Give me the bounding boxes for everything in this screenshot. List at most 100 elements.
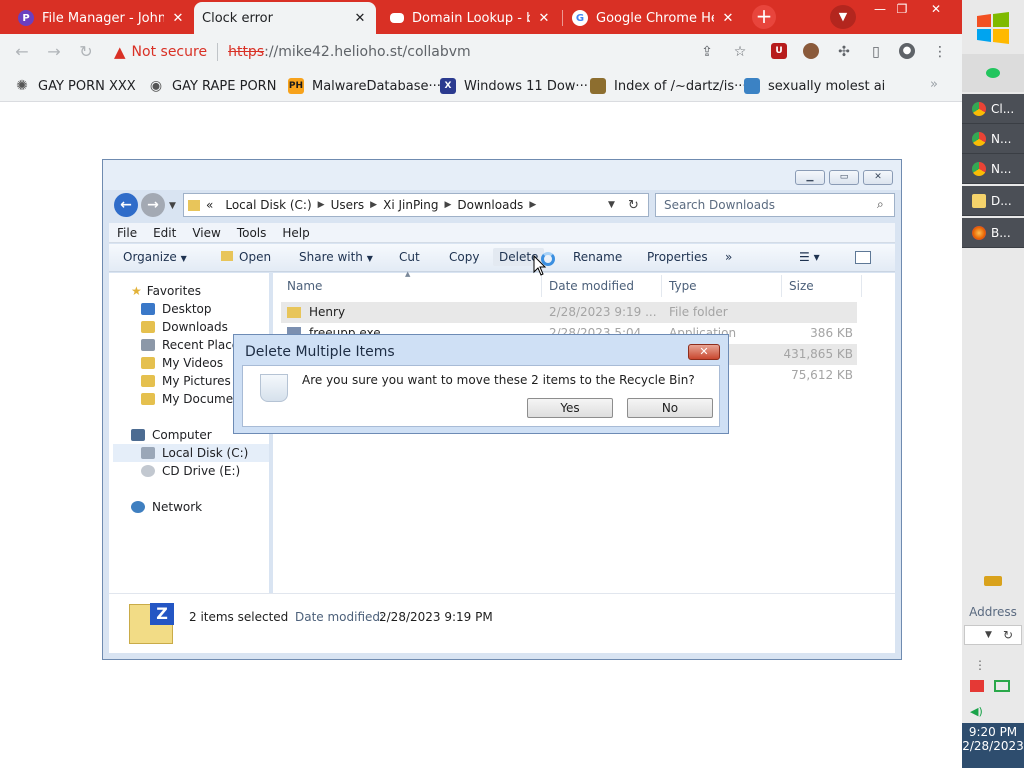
- nav-computer[interactable]: Computer: [131, 428, 212, 442]
- menu-view[interactable]: View: [192, 226, 220, 240]
- windows-start-icon[interactable]: [975, 10, 1011, 46]
- refresh-icon[interactable]: ↻: [628, 198, 639, 213]
- taskbar-item-firefox[interactable]: B...: [962, 218, 1024, 248]
- nav-network[interactable]: Network: [131, 500, 202, 514]
- action-center-flag-icon[interactable]: [970, 680, 984, 692]
- search-icon[interactable]: ⌕: [877, 197, 884, 212]
- new-tab-button[interactable]: +: [752, 5, 776, 29]
- preview-pane-icon[interactable]: [855, 251, 871, 264]
- explorer-address-bar[interactable]: « Local Disk (C:) ▶ Users ▶ Xi JinPing ▶…: [183, 193, 649, 217]
- taskbar-clock[interactable]: 9:20 PM 2/28/2023: [962, 723, 1024, 768]
- more-commands-button[interactable]: »: [725, 250, 732, 264]
- not-secure-label[interactable]: Not secure: [132, 44, 208, 60]
- nav-favorites[interactable]: ★ Favorites: [131, 284, 201, 298]
- breadcrumb-local-disk[interactable]: Local Disk (C:): [225, 198, 311, 212]
- copy-button[interactable]: Copy: [449, 250, 479, 264]
- breadcrumb-arrow-icon[interactable]: ▶: [444, 200, 451, 210]
- address-refresh-icon[interactable]: ↻: [1003, 626, 1013, 644]
- reload-icon[interactable]: ↻: [76, 42, 96, 62]
- explorer-forward-icon[interactable]: →: [141, 193, 165, 217]
- organize-button[interactable]: Organize ▼: [123, 250, 187, 264]
- nav-desktop[interactable]: Desktop: [141, 302, 212, 316]
- explorer-minimize-icon[interactable]: ▁: [795, 170, 825, 185]
- taskbar-item-chrome[interactable]: N...: [962, 154, 1024, 184]
- history-chevron-icon[interactable]: ▼: [169, 201, 176, 211]
- nav-recent-places[interactable]: Recent Place: [141, 338, 239, 352]
- menu-file[interactable]: File: [117, 226, 137, 240]
- breadcrumb-arrow-icon[interactable]: ▶: [318, 200, 325, 210]
- address-dropdown-icon[interactable]: ▼: [608, 200, 615, 210]
- nav-my-pictures[interactable]: My Pictures: [141, 374, 231, 388]
- open-button[interactable]: Open: [221, 250, 271, 264]
- dialog-close-icon[interactable]: ✕: [688, 344, 720, 360]
- properties-button[interactable]: Properties: [647, 250, 708, 264]
- close-tab-icon[interactable]: ✕: [536, 11, 552, 26]
- bookmark-item[interactable]: X Windows 11 Dow···: [440, 77, 588, 95]
- column-size[interactable]: Size: [789, 279, 814, 293]
- address-bar[interactable]: ▲ Not secure https ://mike42.helioho.st/…: [104, 37, 762, 67]
- close-tab-icon[interactable]: ✕: [170, 11, 186, 26]
- tab-clock-error[interactable]: Clock error ✕: [194, 2, 376, 34]
- breadcrumb-users[interactable]: Users: [331, 198, 365, 212]
- warning-triangle-icon[interactable]: ▲: [114, 43, 126, 61]
- view-options-icon[interactable]: ☰ ▾: [799, 250, 820, 264]
- nav-downloads[interactable]: Downloads: [141, 320, 228, 334]
- bookmark-item[interactable]: Index of /~dartz/is···: [590, 77, 747, 95]
- breadcrumb-downloads[interactable]: Downloads: [457, 198, 523, 212]
- nav-my-documents[interactable]: My Documen: [141, 392, 241, 406]
- bookmarks-overflow-icon[interactable]: »: [930, 77, 938, 92]
- bookmark-star-icon[interactable]: ☆: [731, 43, 749, 61]
- menu-kebab-icon[interactable]: ⋮: [931, 43, 949, 61]
- account-avatar-icon[interactable]: ●: [899, 43, 915, 59]
- side-panel-icon[interactable]: ▯: [867, 43, 885, 61]
- explorer-maximize-icon[interactable]: ▭: [829, 170, 859, 185]
- taskbar-item-chrome[interactable]: N...: [962, 124, 1024, 154]
- taskbar-item-document[interactable]: D...: [962, 186, 1024, 216]
- close-window-icon[interactable]: ✕: [922, 0, 950, 18]
- nav-cd-drive[interactable]: CD Drive (E:): [141, 464, 240, 478]
- no-button[interactable]: No: [627, 398, 713, 418]
- nav-my-videos[interactable]: My Videos: [141, 356, 223, 370]
- breadcrumb-user[interactable]: Xi JinPing: [383, 198, 438, 212]
- share-icon[interactable]: ⇪: [698, 43, 716, 61]
- restore-icon[interactable]: ❐: [888, 0, 916, 18]
- tab-search-chevron-icon[interactable]: ▼: [830, 5, 856, 29]
- menu-edit[interactable]: Edit: [153, 226, 176, 240]
- explorer-back-icon[interactable]: ←: [114, 193, 138, 217]
- column-date-modified[interactable]: Date modified: [549, 279, 634, 293]
- address-dropdown-icon[interactable]: ▼: [985, 626, 992, 644]
- extensions-puzzle-icon[interactable]: ✣: [835, 43, 853, 61]
- column-type[interactable]: Type: [669, 279, 697, 293]
- cut-button[interactable]: Cut: [399, 250, 420, 264]
- profile-extension-icon[interactable]: [803, 43, 819, 59]
- yes-button[interactable]: Yes: [527, 398, 613, 418]
- table-row[interactable]: Henry 2/28/2023 9:19 ... File folder: [281, 302, 857, 323]
- close-tab-icon[interactable]: ✕: [352, 11, 368, 26]
- rename-button[interactable]: Rename: [573, 250, 622, 264]
- network-status-icon[interactable]: [994, 680, 1010, 692]
- breadcrumb-arrow-icon[interactable]: ▶: [529, 200, 536, 210]
- menu-tools[interactable]: Tools: [237, 226, 267, 240]
- bookmark-item[interactable]: ✺ GAY PORN XXX: [14, 77, 136, 95]
- tab-file-manager[interactable]: P File Manager - Johnn ✕: [10, 2, 194, 34]
- back-icon[interactable]: ←: [12, 42, 32, 62]
- nav-local-disk[interactable]: Local Disk (C:): [113, 444, 269, 462]
- show-desktop-icon[interactable]: [986, 68, 1000, 78]
- forward-icon[interactable]: →: [44, 42, 64, 62]
- menu-help[interactable]: Help: [282, 226, 309, 240]
- taskbar-item-chrome[interactable]: Cl...: [962, 94, 1024, 124]
- keyboard-icon[interactable]: [984, 576, 1002, 586]
- tab-domain-lookup[interactable]: Domain Lookup - bgp ✕: [382, 2, 560, 34]
- volume-icon[interactable]: ◀): [970, 705, 983, 718]
- share-with-button[interactable]: Share with ▼: [299, 250, 373, 264]
- bookmark-item[interactable]: sexually molest ai: [744, 77, 885, 95]
- close-tab-icon[interactable]: ✕: [720, 11, 736, 26]
- explorer-search-input[interactable]: Search Downloads: [655, 193, 895, 217]
- explorer-close-icon[interactable]: ✕: [863, 170, 893, 185]
- breadcrumb-arrow-icon[interactable]: ▶: [370, 200, 377, 210]
- ublock-icon[interactable]: U: [771, 43, 787, 59]
- bookmark-item[interactable]: PH MalwareDatabase···: [288, 77, 441, 95]
- tab-chrome-help[interactable]: G Google Chrome Help ✕: [564, 2, 744, 34]
- address-toolbar-input[interactable]: ▼ ↻: [964, 625, 1022, 645]
- column-name[interactable]: Name: [287, 279, 322, 293]
